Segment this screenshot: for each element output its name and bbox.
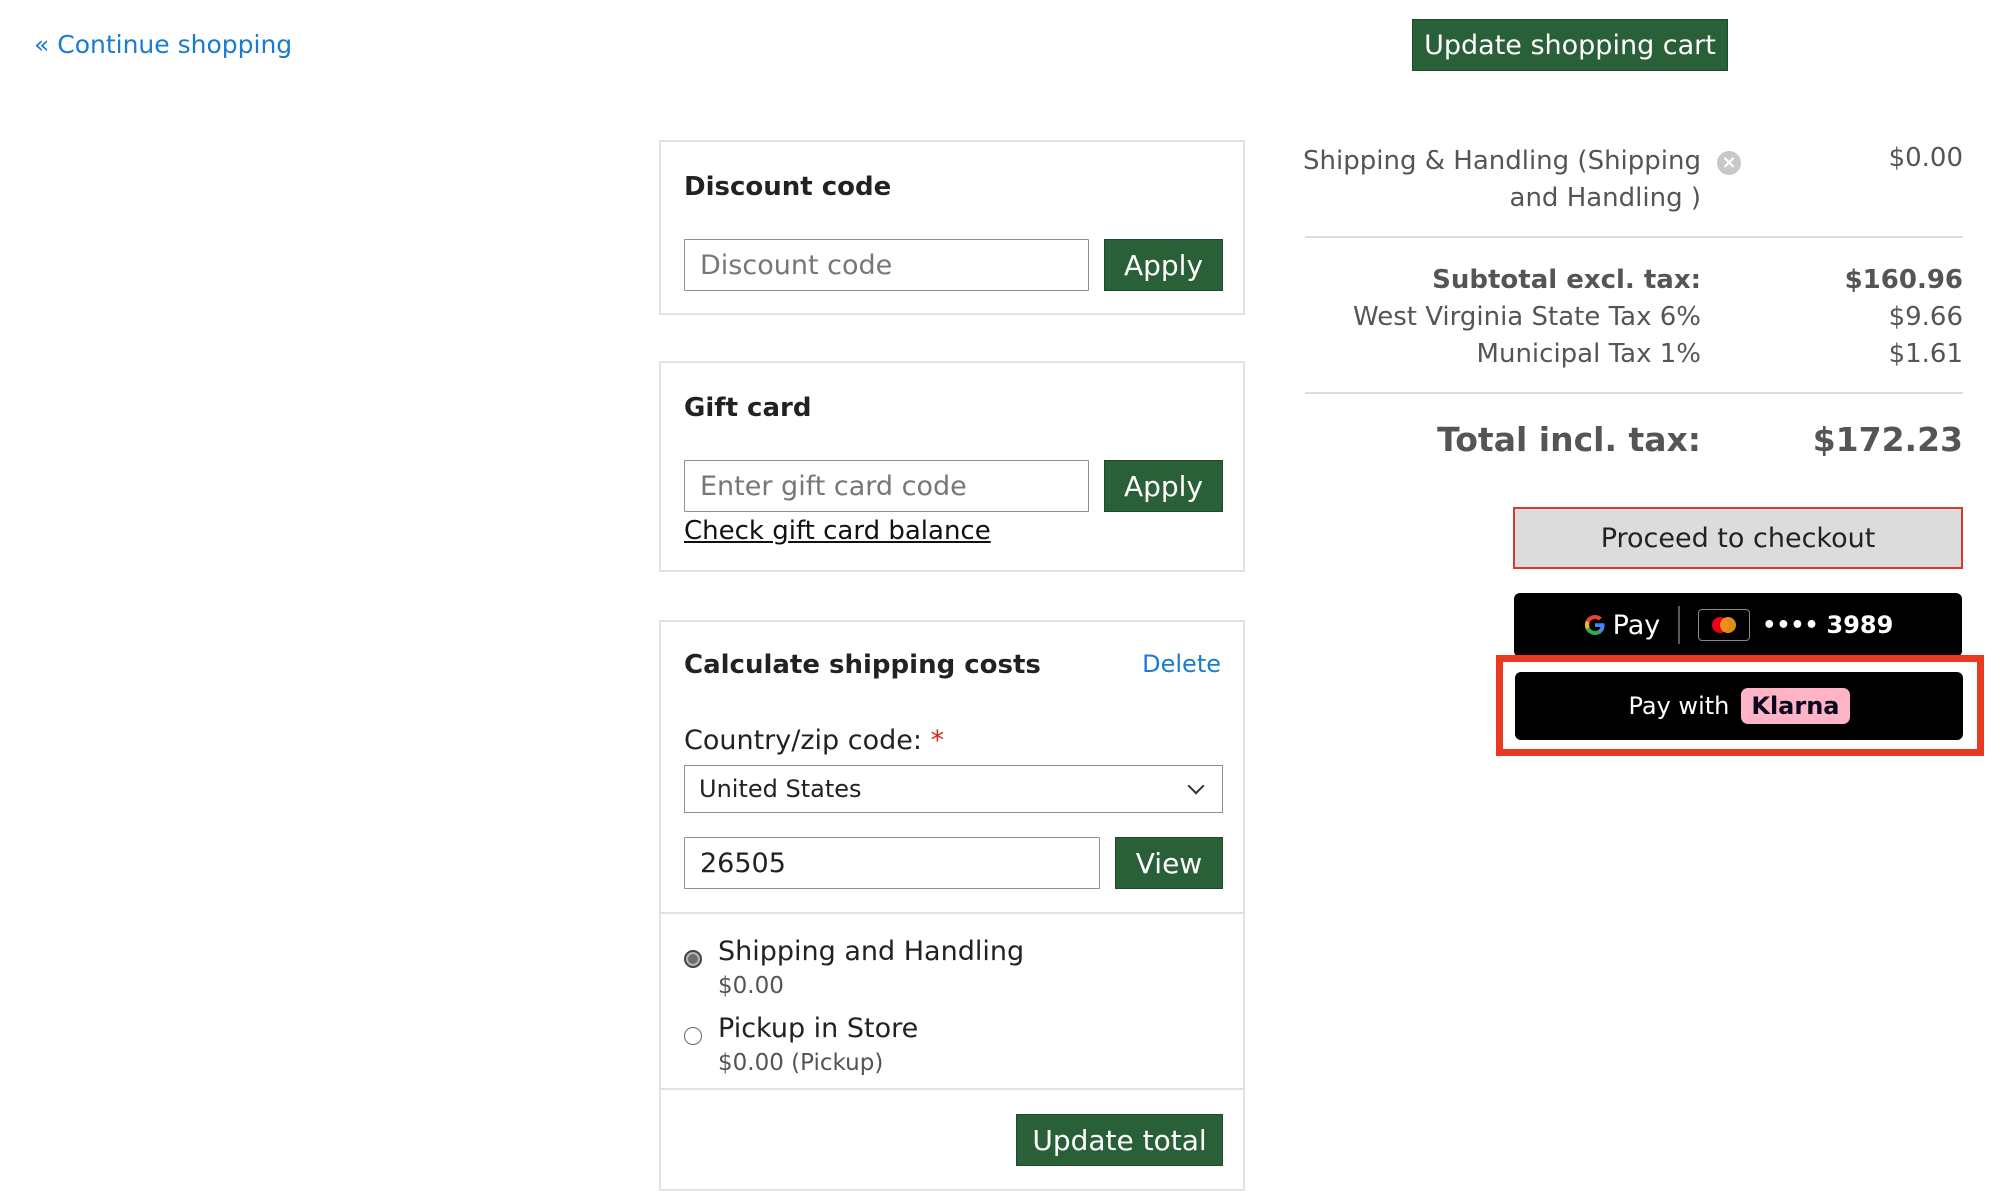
- mastercard-icon: [1698, 609, 1751, 641]
- total-label: Total incl. tax:: [1437, 420, 1701, 459]
- check-gift-card-balance-link[interactable]: Check gift card balance: [684, 516, 991, 546]
- card-dots: ••••: [1762, 612, 1819, 638]
- shipping-handling-summary-label: Shipping & Handling (Shipping and Handli…: [1281, 143, 1701, 217]
- pay-with-klarna-button[interactable]: Pay with Klarna: [1515, 672, 1963, 740]
- required-mark: *: [930, 725, 945, 756]
- shipping-handling-price: $0.00: [718, 973, 784, 999]
- chevron-down-icon: [1187, 777, 1205, 795]
- card-last4: 3989: [1826, 611, 1894, 639]
- shipping-handling-name: Shipping and Handling: [718, 936, 1025, 967]
- pickup-in-store-radio[interactable]: [684, 1027, 702, 1045]
- state-tax-value: $9.66: [1888, 302, 1963, 332]
- subtotal-label: Subtotal excl. tax:: [1432, 265, 1701, 295]
- update-shopping-cart-button[interactable]: Update shopping cart: [1412, 19, 1728, 71]
- country-select-value: United States: [699, 775, 862, 803]
- shipping-divider-bottom: [661, 1088, 1243, 1090]
- continue-shopping-link[interactable]: « Continue shopping: [34, 30, 292, 59]
- remove-shipping-icon[interactable]: ×: [1717, 151, 1741, 175]
- shipping-option-shipping-handling[interactable]: Shipping and Handling $0.00: [684, 936, 1204, 1006]
- google-pay-label: Pay: [1612, 609, 1661, 641]
- discount-code-title: Discount code: [684, 172, 892, 202]
- google-g-icon: [1584, 615, 1605, 635]
- gift-card-input[interactable]: [684, 460, 1089, 512]
- gift-card-title: Gift card: [684, 393, 812, 423]
- view-shipping-button[interactable]: View: [1115, 837, 1223, 889]
- shipping-handling-summary-value: $0.00: [1888, 143, 1963, 173]
- summary-divider-2: [1305, 392, 1963, 394]
- shipping-title: Calculate shipping costs: [684, 650, 1041, 680]
- country-zip-label-text: Country/zip code:: [684, 725, 922, 756]
- state-tax-label: West Virginia State Tax 6%: [1353, 302, 1701, 332]
- municipal-tax-label: Municipal Tax 1%: [1476, 339, 1701, 369]
- zip-code-input[interactable]: [684, 837, 1100, 889]
- gift-card-panel: Gift card Apply Check gift card balance: [659, 361, 1245, 572]
- klarna-logo: Klarna: [1741, 688, 1850, 724]
- total-value: $172.23: [1812, 420, 1963, 459]
- google-pay-button[interactable]: Pay •••• 3989: [1514, 593, 1962, 657]
- shipping-option-pickup[interactable]: Pickup in Store $0.00 (Pickup): [684, 1013, 1204, 1083]
- country-select[interactable]: United States: [684, 765, 1223, 813]
- country-zip-label: Country/zip code: *: [684, 725, 944, 756]
- discount-code-input[interactable]: [684, 239, 1089, 291]
- klarna-prefix: Pay with: [1628, 692, 1730, 720]
- discount-apply-button[interactable]: Apply: [1104, 239, 1223, 291]
- municipal-tax-value: $1.61: [1888, 339, 1963, 369]
- proceed-to-checkout-button[interactable]: Proceed to checkout: [1513, 507, 1963, 569]
- subtotal-value: $160.96: [1844, 265, 1963, 295]
- shipping-handling-radio[interactable]: [684, 950, 702, 968]
- gift-card-apply-button[interactable]: Apply: [1104, 460, 1223, 512]
- shipping-divider-top: [661, 912, 1243, 914]
- shipping-handling-line1: Shipping & Handling (Shipping: [1303, 146, 1701, 176]
- pickup-in-store-name: Pickup in Store: [718, 1013, 919, 1044]
- update-total-button[interactable]: Update total: [1016, 1114, 1223, 1166]
- discount-code-panel: Discount code Apply: [659, 140, 1245, 315]
- gpay-separator: [1678, 606, 1681, 644]
- shipping-panel: Calculate shipping costs Delete Country/…: [659, 620, 1245, 1191]
- delete-link[interactable]: Delete: [1142, 650, 1221, 678]
- pickup-in-store-price: $0.00 (Pickup): [718, 1050, 884, 1076]
- summary-divider-1: [1305, 236, 1963, 238]
- shipping-handling-line2: and Handling ): [1509, 183, 1701, 213]
